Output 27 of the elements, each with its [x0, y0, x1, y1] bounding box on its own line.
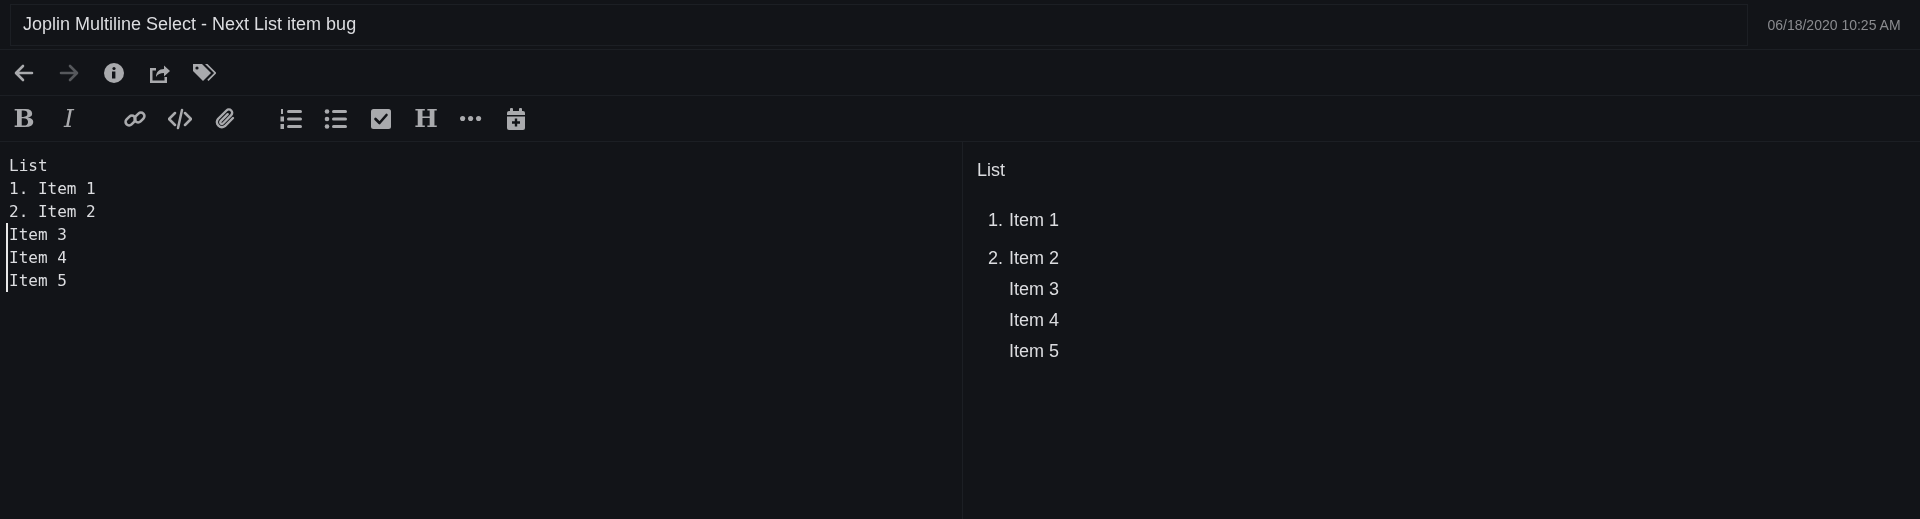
bold-button[interactable]: B [10, 102, 38, 135]
preview-paragraph: List [977, 160, 1005, 181]
numbered-list-icon [279, 106, 303, 131]
editor-line: Item 4 [9, 247, 67, 269]
editor-line: List [9, 155, 48, 177]
heading-button[interactable]: H [412, 102, 440, 135]
editor-line: 2. Item 2 [9, 201, 96, 223]
title-field[interactable]: Joplin Multiline Select - Next List item bug [10, 3, 1748, 46]
list-item-text: Item 2 [1009, 247, 1061, 269]
calendar-plus-icon [504, 106, 528, 131]
paperclip-icon [213, 106, 237, 131]
code-icon [168, 106, 192, 131]
list-number: 2. [987, 247, 1004, 270]
editor-line: Item 5 [9, 270, 67, 292]
bulleted-list-icon [324, 106, 348, 131]
editor-line: 1. Item 1 [9, 178, 96, 200]
note-date: 06/18/2020 10:25 AM [1766, 16, 1902, 33]
list-item-text: Item 3 [1009, 278, 1061, 300]
list-item-text: Item 5 [1009, 340, 1061, 362]
checkbox-icon [369, 106, 393, 131]
info-icon [102, 60, 126, 85]
list-item-text: Item 4 [1009, 309, 1061, 331]
list-number: 1. [987, 209, 1004, 231]
italic-button[interactable]: I [55, 102, 83, 135]
editor-line: Item 3 [9, 224, 67, 246]
more-icon [460, 115, 482, 122]
list-item-text: Item 1 [1009, 209, 1061, 231]
